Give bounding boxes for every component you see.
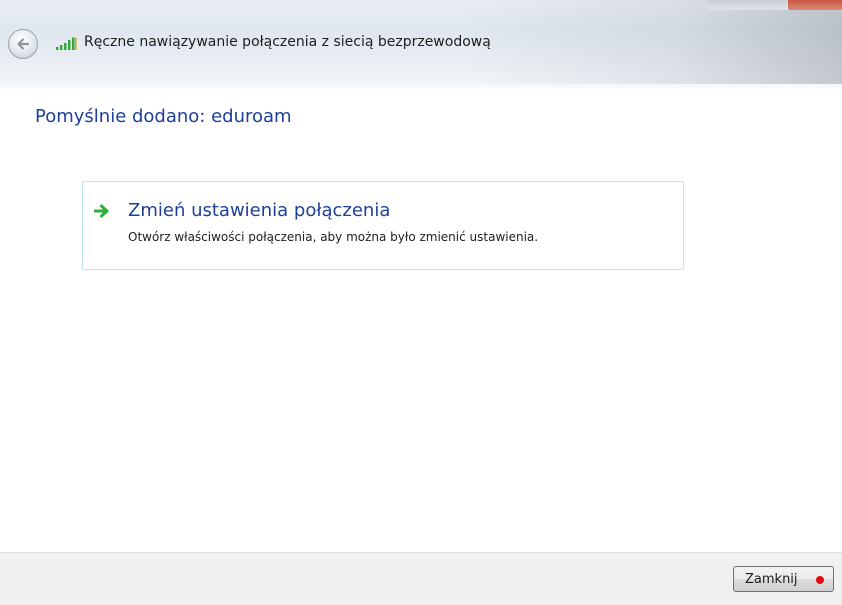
back-arrow-icon — [17, 38, 30, 50]
back-button[interactable] — [8, 29, 38, 59]
wizard-window: Ręczne nawiązywanie połączenia z siecią … — [0, 0, 842, 605]
change-connection-settings-link[interactable]: Zmień ustawienia połączenia Otwórz właśc… — [82, 181, 684, 270]
link-title[interactable]: Zmień ustawienia połączenia — [128, 200, 390, 221]
link-description: Otwórz właściwości połączenia, aby można… — [128, 230, 539, 244]
window-title: Ręczne nawiązywanie połączenia z siecią … — [84, 34, 491, 50]
wireless-signal-icon — [56, 37, 77, 50]
close-button-label: Zamknij — [745, 571, 798, 587]
title-bar-edge — [0, 84, 842, 90]
footer-bar — [0, 552, 842, 605]
red-dot-icon — [816, 576, 824, 584]
close-button[interactable]: Zamknij — [733, 566, 834, 592]
green-arrow-icon — [94, 204, 109, 218]
close-window-edge[interactable] — [788, 0, 842, 10]
page-heading: Pomyślnie dodano: eduroam — [35, 106, 292, 127]
